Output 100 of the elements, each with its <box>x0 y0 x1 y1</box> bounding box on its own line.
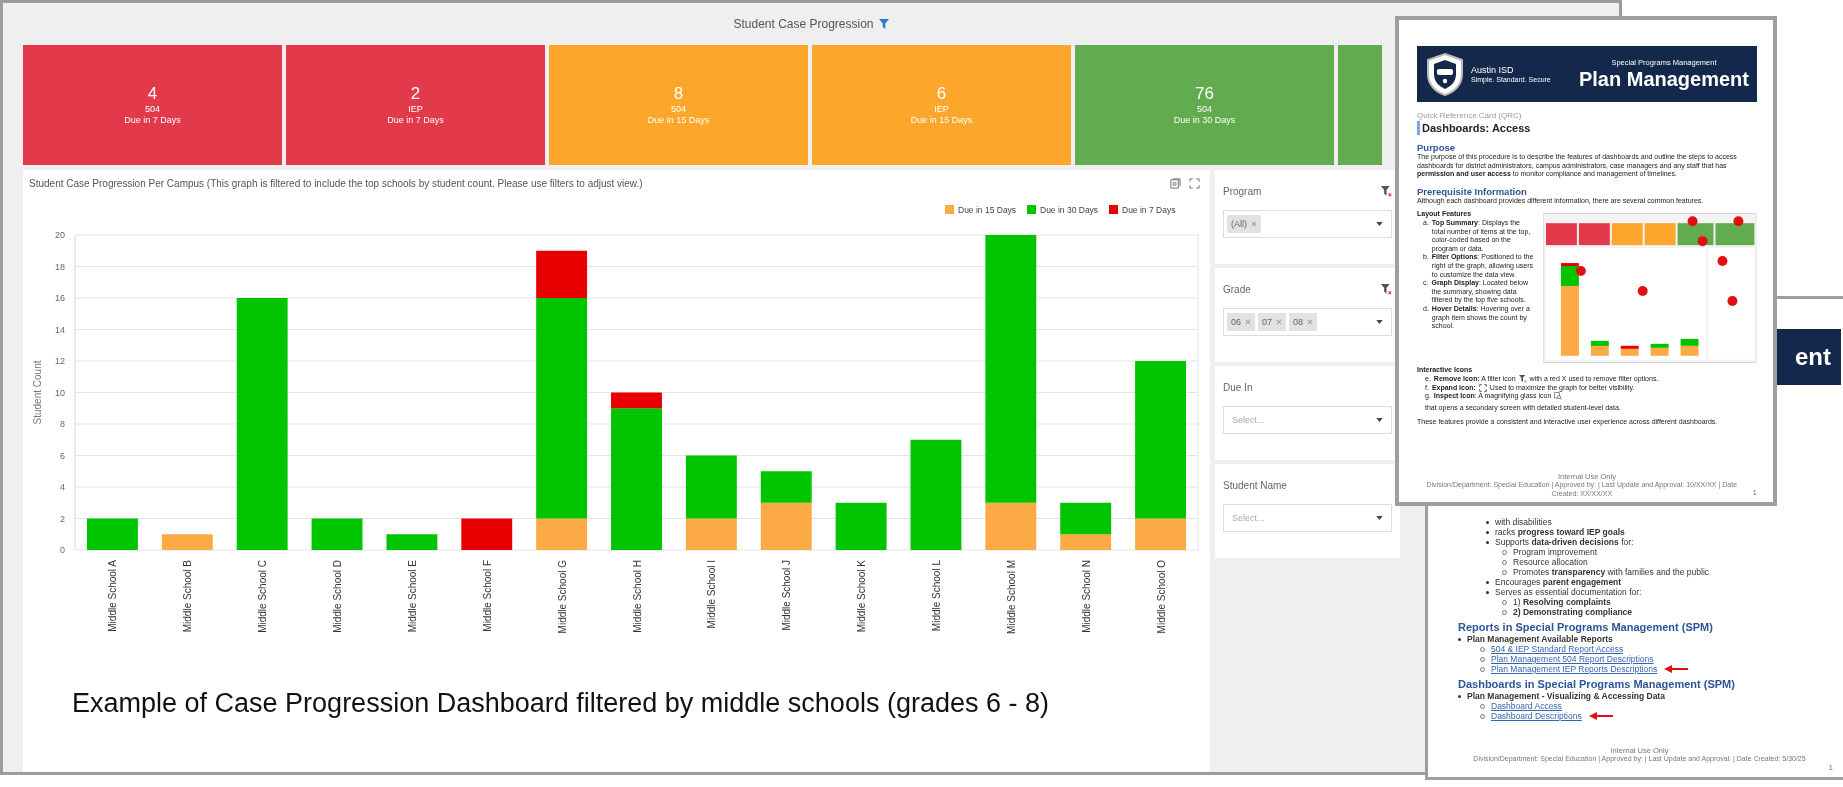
tile-due: Due in 30 Days <box>1173 115 1236 126</box>
clear-filter-icon[interactable] <box>1381 283 1392 295</box>
bar[interactable] <box>685 455 737 519</box>
magnifier-icon <box>1554 392 1563 401</box>
remove-icon[interactable] <box>1251 221 1257 227</box>
bullet-icon <box>1486 520 1489 524</box>
tile-count: 6 <box>936 84 947 104</box>
category-label: Middle School J <box>781 560 793 631</box>
tile-due: Due in 15 Days <box>647 115 710 126</box>
bar[interactable] <box>910 439 962 550</box>
clear-filter-icon[interactable] <box>1381 185 1392 197</box>
summary-tile[interactable]: 4 504 Due in 7 Days <box>23 45 282 165</box>
list-item: Program improvement <box>1513 547 1598 557</box>
filter-select[interactable]: Select... <box>1223 406 1392 434</box>
tile-due: Due in 7 Days <box>387 115 444 126</box>
bar[interactable] <box>386 534 438 550</box>
list-item: Supports data-driven decisions for: <box>1495 537 1634 547</box>
list-item: with disabilities <box>1495 517 1552 527</box>
filter-label: Program <box>1223 185 1262 197</box>
y-tick-label: 18 <box>55 261 65 272</box>
bar[interactable] <box>161 534 213 550</box>
bar[interactable] <box>236 298 288 550</box>
expand-icon[interactable] <box>1189 178 1200 189</box>
y-axis-label: Student Count <box>32 360 43 425</box>
bar[interactable] <box>760 502 812 550</box>
y-tick-label: 0 <box>60 545 65 555</box>
summary-tile[interactable]: 2 IEP Due in 7 Days <box>286 45 545 165</box>
category-label: Middle School L <box>930 560 942 632</box>
document-link[interactable]: Dashboard Access <box>1491 701 1562 711</box>
shield-lock-icon <box>1425 52 1465 96</box>
section-heading: Prerequisite Information <box>1417 185 1528 197</box>
category-label: Middle School I <box>706 560 718 629</box>
remove-icon[interactable] <box>1307 319 1314 325</box>
bar[interactable] <box>536 250 588 298</box>
bar[interactable] <box>835 502 887 550</box>
legend-label: Due in 30 Days <box>1040 205 1099 215</box>
category-label: Middle School O <box>1155 560 1167 634</box>
tile-count: 4 <box>147 84 158 104</box>
filter-select[interactable]: 06 07 08 <box>1223 308 1392 336</box>
inspect-icon[interactable] <box>1170 178 1181 189</box>
filter-chip[interactable]: (All) <box>1227 215 1261 233</box>
category-label: Middle School G <box>556 560 568 634</box>
caret-icon <box>1376 320 1383 324</box>
page-number: 1 <box>1828 763 1833 773</box>
category-label: Middle School M <box>1005 560 1017 634</box>
y-tick-label: 8 <box>60 419 65 429</box>
legend-label: Due in 15 Days <box>958 205 1017 215</box>
y-tick-label: 12 <box>55 356 65 366</box>
tile-count: 8 <box>673 84 684 104</box>
document-link[interactable]: 504 & IEP Standard Report Access <box>1491 644 1624 654</box>
bar[interactable] <box>985 235 1037 503</box>
list-item: Plan Management Available Reports <box>1467 634 1613 644</box>
bar[interactable] <box>311 518 363 550</box>
filter-chip[interactable]: 06 <box>1227 313 1255 331</box>
tile-program: 504 <box>145 104 160 115</box>
summary-tile[interactable] <box>1338 45 1382 165</box>
filter-select[interactable]: Select... <box>1223 504 1392 532</box>
list-item: racks progress toward IEP goals <box>1495 527 1625 537</box>
list-item: Promotes transparency with families and the public <box>1513 567 1710 577</box>
filter-label: Grade <box>1223 283 1251 295</box>
category-label: Middle School H <box>631 560 643 633</box>
category-label: Middle School A <box>107 560 119 632</box>
clear-filter-icon <box>1518 375 1527 384</box>
section-heading: Purpose <box>1417 142 1456 153</box>
section-heading: Reports in Special Programs Management (SPM) <box>1458 620 1714 634</box>
tile-program: 504 <box>671 104 686 115</box>
bar[interactable] <box>1060 502 1112 535</box>
list-item: Plan Management - Visualizing & Accessing Data <box>1467 691 1665 701</box>
list-item: Encourages parent engagement <box>1495 577 1622 587</box>
list-item: Resource allocation <box>1513 557 1588 567</box>
document-link[interactable]: Plan Management 504 Report Descriptions <box>1491 654 1654 664</box>
filter-icon[interactable] <box>878 19 889 29</box>
bar[interactable] <box>685 518 737 550</box>
document-link[interactable]: Plan Management IEP Reports Descriptions <box>1491 664 1658 674</box>
section-heading: Dashboards in Special Programs Management (SPM) <box>1458 677 1736 691</box>
category-label: Middle School B <box>182 560 194 633</box>
remove-icon[interactable] <box>1276 319 1283 325</box>
document-heading: Dashboards: Access <box>1417 121 1757 135</box>
bullet-icon <box>1458 637 1461 641</box>
caption: Example of Case Progression Dashboard filtered by middle schools (grades 6 - 8) <box>72 688 1049 719</box>
filter-select[interactable]: (All) <box>1223 210 1392 238</box>
bar[interactable] <box>985 502 1037 550</box>
bar[interactable] <box>87 518 138 550</box>
summary-tile[interactable]: 76 504 Due in 30 Days <box>1075 45 1334 165</box>
bar[interactable] <box>760 471 812 503</box>
caret-icon <box>1376 516 1383 520</box>
tile-count: 2 <box>410 84 421 104</box>
document-link[interactable]: Dashboard Descriptions <box>1491 711 1582 721</box>
page-number: 1 <box>1752 489 1757 498</box>
filter-chip[interactable]: 07 <box>1258 313 1287 331</box>
y-tick-label: 20 <box>55 230 65 240</box>
remove-icon[interactable] <box>1245 319 1251 325</box>
category-label: Middle School K <box>856 560 868 633</box>
filter-label: Due In <box>1223 381 1253 393</box>
filter-chip[interactable]: 08 <box>1289 313 1318 331</box>
banner-title: ent <box>1795 343 1831 371</box>
bar[interactable] <box>461 518 513 550</box>
bar[interactable] <box>536 518 588 550</box>
y-tick-label: 6 <box>60 450 65 461</box>
tile-program: IEP <box>408 104 423 115</box>
